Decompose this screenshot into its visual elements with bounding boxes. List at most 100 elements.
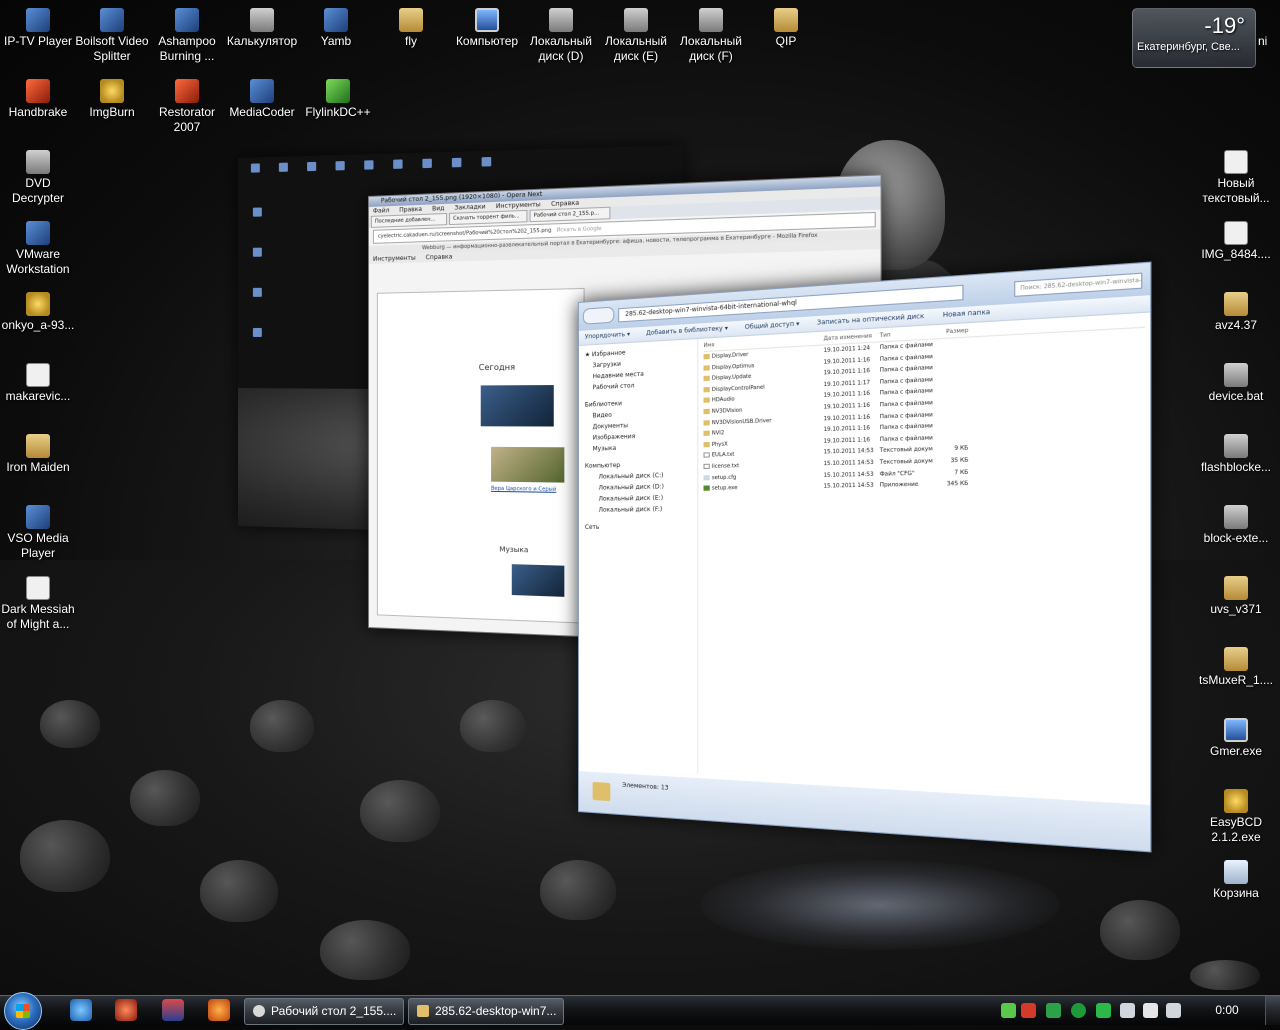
desktop-icon-computer[interactable]: Компьютер <box>449 8 525 49</box>
taskbar-clock[interactable]: 0:00 <box>1205 996 1249 1025</box>
menu-bookmarks[interactable]: Закладки <box>454 203 485 211</box>
desktop-icon-avz[interactable]: avz4.37 <box>1198 292 1274 333</box>
inner-menu-help[interactable]: Справка <box>426 253 453 261</box>
browser-tab-active[interactable]: Рабочий стол 2_155.p... <box>529 206 611 223</box>
desktop-icon-iptv-player[interactable]: IP-TV Player <box>0 8 76 49</box>
network-icon[interactable] <box>1120 1003 1135 1018</box>
desktop-icon-ashampoo[interactable]: Ashampoo Burning ... <box>149 8 225 64</box>
desktop-icon-calculator[interactable]: Калькулятор <box>224 8 300 49</box>
wallpaper-skull <box>1100 900 1180 960</box>
browser-tab[interactable]: Скачать торрент филь... <box>449 209 528 226</box>
desktop-icon-device-bat[interactable]: device.bat <box>1198 363 1274 404</box>
internet-explorer-icon[interactable] <box>70 999 92 1021</box>
desktop-icon-vso-media-player[interactable]: VSO Media Player <box>0 505 76 561</box>
new-folder-button[interactable]: Новая папка <box>943 309 990 320</box>
save-app-icon[interactable] <box>162 999 184 1021</box>
desktop-icon-flylinkdc[interactable]: FlylinkDC++ <box>298 79 378 120</box>
desktop-icon-recycle-bin[interactable]: Корзина <box>1198 860 1274 901</box>
desktop-icon-gmer[interactable]: Gmer.exe <box>1198 718 1274 759</box>
desktop-icon-block-ext[interactable]: block-exte... <box>1198 505 1274 546</box>
show-desktop-button[interactable] <box>1265 996 1280 1025</box>
browser-tab[interactable]: Последние добавлен... <box>370 212 448 228</box>
tray-flylink-icon[interactable] <box>1001 1003 1016 1018</box>
inner-menu-tools[interactable]: Инструменты <box>373 255 416 263</box>
folder-icon <box>26 434 50 458</box>
batch-file-icon <box>1224 434 1248 458</box>
taskbar-button-opera[interactable]: Рабочий стол 2_155.... <box>244 998 404 1025</box>
desktop-icon-new-text-file[interactable]: Новый текстовый... <box>1198 150 1274 206</box>
taskbar-button-explorer[interactable]: 285.62-desktop-win7... <box>408 998 564 1025</box>
menu-file[interactable]: Файл <box>373 207 389 215</box>
desktop-icon-img-8484[interactable]: IMG_8484.... <box>1198 221 1274 262</box>
flip3d-window-explorer[interactable]: 285.62-desktop-win7-winvista-64bit-inter… <box>578 261 1152 853</box>
explorer-search-box[interactable]: Поиск: 285.62-desktop-win7-winvista-64bi… <box>1014 272 1143 297</box>
wallpaper-skull <box>320 920 410 980</box>
news-link[interactable]: Вера Царского и Серый <box>491 486 556 493</box>
desktop-icon-iron-maiden[interactable]: Iron Maiden <box>0 434 76 475</box>
tray-app-icon[interactable] <box>1071 1003 1086 1018</box>
music-thumbnail[interactable] <box>509 562 567 599</box>
menu-view[interactable]: Вид <box>432 205 444 213</box>
volume-icon[interactable] <box>1143 1003 1158 1018</box>
vso-player-icon <box>26 505 50 529</box>
nav-drive-f[interactable]: Локальный диск (F:) <box>579 503 697 516</box>
weather-gadget[interactable]: -19° Екатеринбург, Све... <box>1132 8 1256 68</box>
taskbar: Рабочий стол 2_155.... 285.62-desktop-wi… <box>0 992 1280 1030</box>
desktop-icon-onkyo[interactable]: onkyo_a-93... <box>0 292 76 333</box>
browser-search-box[interactable]: Искать в Google <box>556 226 601 234</box>
desktop-icon-qip[interactable]: QIP <box>748 8 824 49</box>
menu-help[interactable]: Справка <box>551 200 579 208</box>
restorator-icon <box>175 79 199 103</box>
start-button[interactable] <box>4 992 42 1030</box>
nav-music[interactable]: Музыка <box>579 440 697 455</box>
nav-network[interactable]: Сеть <box>579 521 697 533</box>
mini-desktop-icon <box>240 163 270 174</box>
folder-icon <box>399 8 423 32</box>
folder-icon <box>703 353 710 360</box>
add-to-library-button[interactable]: Добавить в библиотеку ▾ <box>646 325 728 337</box>
menu-edit[interactable]: Правка <box>399 206 422 214</box>
desktop-icon-restorator[interactable]: Restorator 2007 <box>149 79 225 135</box>
desktop-icon-drive-f[interactable]: Локальный диск (F) <box>673 8 749 64</box>
action-center-flag-icon[interactable] <box>1166 1003 1181 1018</box>
news-thumbnail[interactable] <box>478 382 556 429</box>
news-thumbnail[interactable] <box>488 444 567 485</box>
mini-desktop-icon <box>242 247 272 258</box>
mini-desktop-icon <box>268 162 298 173</box>
desktop-icon-imgburn[interactable]: ImgBurn <box>74 79 150 120</box>
desktop-icon-drive-e[interactable]: Локальный диск (E) <box>598 8 674 64</box>
desktop-icon-uvs[interactable]: uvs_v371 <box>1198 576 1274 617</box>
tray-app-icon[interactable] <box>1046 1003 1061 1018</box>
mini-desktop-icon <box>296 161 326 173</box>
tray-qip-icon[interactable] <box>1096 1003 1111 1018</box>
mini-desktop-icon <box>353 160 384 171</box>
desktop-icon-flashblocker[interactable]: flashblocke... <box>1198 434 1274 475</box>
media-app-icon[interactable] <box>115 999 137 1021</box>
item-count: Элементов: 13 <box>622 781 669 792</box>
desktop-icon-makarevic[interactable]: makarevic... <box>0 363 76 404</box>
desktop-icon-tsmuxer[interactable]: tsMuxeR_1.... <box>1198 647 1274 688</box>
column-size[interactable]: Размер <box>933 325 968 338</box>
desktop-icon-yamb[interactable]: Yamb <box>298 8 374 49</box>
wallpaper-spotlight <box>700 860 1060 950</box>
firefox-icon[interactable] <box>208 999 230 1021</box>
organize-button[interactable]: Упорядочить ▾ <box>585 331 630 341</box>
desktop-icon-dark-messiah[interactable]: Dark Messiah of Might a... <box>0 576 76 632</box>
desktop-icon-fly[interactable]: fly <box>373 8 449 49</box>
wallpaper-skull <box>200 860 278 922</box>
desktop-icon-handbrake[interactable]: Handbrake <box>0 79 76 120</box>
batch-file-icon <box>1224 505 1248 529</box>
desktop-icon-boilsoft-video-splitter[interactable]: Boilsoft Video Splitter <box>74 8 150 64</box>
text-file-icon <box>703 463 710 469</box>
mini-desktop-icon <box>440 157 472 168</box>
desktop-icon-mediacoder[interactable]: MediaCoder <box>224 79 300 120</box>
desktop-icon-easybcd[interactable]: EasyBCD 2.1.2.exe <box>1198 789 1274 845</box>
tray-app-icon[interactable] <box>1021 1003 1036 1018</box>
share-button[interactable]: Общий доступ ▾ <box>745 320 800 331</box>
desktop-icon-drive-d[interactable]: Локальный диск (D) <box>523 8 599 64</box>
back-forward-buttons[interactable] <box>582 306 615 325</box>
desktop-icon-dvd-decrypter[interactable]: DVD Decrypter <box>0 150 76 206</box>
ashampoo-icon <box>175 8 199 32</box>
easybcd-icon <box>1224 789 1248 813</box>
desktop-icon-vmware[interactable]: VMware Workstation <box>0 221 76 277</box>
